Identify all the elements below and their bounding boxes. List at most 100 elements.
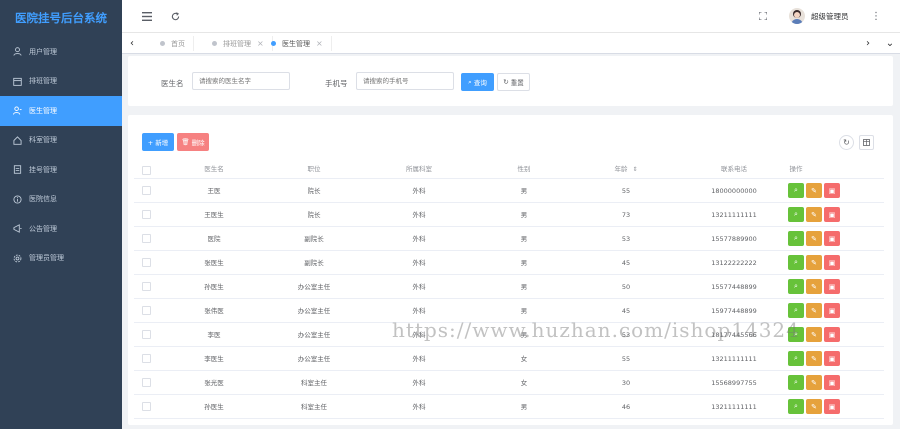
edit-button[interactable]: ✎ [806, 351, 822, 366]
delete-row-button[interactable]: ▣ [824, 351, 840, 366]
cell-title: 办公室主任 [297, 283, 331, 291]
cell-title: 副院长 [304, 259, 324, 267]
row-checkbox[interactable] [142, 402, 151, 411]
row-checkbox[interactable] [142, 234, 151, 243]
fullscreen-icon[interactable] [757, 10, 769, 22]
tab-dot [160, 41, 165, 46]
sidebar-item-6[interactable]: 公告管理 [0, 214, 122, 244]
select-all-checkbox[interactable] [142, 166, 151, 175]
cell-gender: 女 [520, 379, 528, 387]
chevron-right-icon[interactable]: › [862, 37, 874, 49]
cell-phone: 13211111111 [711, 355, 757, 363]
search-icon: ⌕ [794, 282, 798, 290]
delete-row-button[interactable]: ▣ [824, 207, 840, 222]
sidebar-item-4[interactable]: 挂号管理 [0, 155, 122, 185]
top-navbar: 超级管理员 ⋮ [122, 0, 900, 33]
row-checkbox[interactable] [142, 210, 151, 219]
sidebar-item-label: 医生管理 [29, 106, 57, 115]
view-button[interactable]: ⌕ [788, 207, 804, 222]
view-button[interactable]: ⌕ [788, 255, 804, 270]
register-icon [11, 164, 23, 176]
cell-dept: 外科 [412, 283, 426, 291]
edit-button[interactable]: ✎ [806, 231, 822, 246]
search-button[interactable]: ⌕ 查询 [461, 73, 494, 91]
delete-row-button[interactable]: ▣ [824, 279, 840, 294]
view-button[interactable]: ⌕ [788, 279, 804, 294]
pencil-icon: ✎ [811, 282, 817, 291]
delete-row-button[interactable]: ▣ [824, 375, 840, 390]
sort-icon[interactable]: ⇕ [633, 166, 638, 173]
delete-row-button[interactable]: ▣ [824, 303, 840, 318]
edit-button[interactable]: ✎ [806, 255, 822, 270]
pencil-icon: ✎ [811, 330, 817, 339]
cell-age: 30 [621, 379, 631, 387]
view-button[interactable]: ⌕ [788, 327, 804, 342]
edit-button[interactable]: ✎ [806, 399, 822, 414]
sidebar-item-2[interactable]: 医生管理 [0, 96, 122, 126]
edit-button[interactable]: ✎ [806, 183, 822, 198]
cell-gender: 男 [520, 331, 528, 339]
row-checkbox[interactable] [142, 330, 151, 339]
cell-age: 46 [621, 403, 631, 411]
cell-phone: 13211111111 [711, 403, 757, 411]
view-button[interactable]: ⌕ [788, 399, 804, 414]
reset-button[interactable]: ↻ 重置 [497, 73, 530, 91]
chevron-left-icon[interactable]: ‹ [126, 37, 138, 49]
phone-input[interactable] [356, 72, 454, 90]
more-vertical-icon[interactable]: ⋮ [870, 10, 882, 22]
edit-button[interactable]: ✎ [806, 279, 822, 294]
refresh-icon: ↻ [503, 78, 509, 86]
tab-2[interactable]: 医生管理 × [261, 36, 332, 51]
delete-row-button[interactable]: ▣ [824, 183, 840, 198]
delete-row-button[interactable]: ▣ [824, 231, 840, 246]
doctor-table-card: + 新增 🗑 删除 ↻ 医生名 职位 所属科室 性别 年龄 ⇕ 联系电话 操作 王… [128, 115, 893, 425]
cell-name: 李医 [207, 331, 221, 339]
delete-row-button[interactable]: ▣ [824, 255, 840, 270]
view-button[interactable]: ⌕ [788, 351, 804, 366]
cell-dept: 外科 [412, 307, 426, 315]
delete-row-button[interactable]: ▣ [824, 327, 840, 342]
chevron-down-icon[interactable]: ⌄ [884, 37, 896, 49]
pencil-icon: ✎ [811, 306, 817, 315]
sidebar-item-7[interactable]: 管理员管理 [0, 244, 122, 274]
edit-button[interactable]: ✎ [806, 303, 822, 318]
edit-button[interactable]: ✎ [806, 375, 822, 390]
add-button[interactable]: + 新增 [142, 133, 174, 151]
row-checkbox[interactable] [142, 306, 151, 315]
row-checkbox[interactable] [142, 186, 151, 195]
delete-button[interactable]: 🗑 删除 [177, 133, 209, 151]
username[interactable]: 超级管理员 [811, 11, 849, 22]
sidebar-item-5[interactable]: 医院信息 [0, 185, 122, 215]
edit-button[interactable]: ✎ [806, 327, 822, 342]
tab-0[interactable]: 首页 [150, 36, 194, 51]
trash-icon: ▣ [828, 186, 836, 195]
avatar[interactable] [789, 8, 805, 24]
view-button[interactable]: ⌕ [788, 303, 804, 318]
view-button[interactable]: ⌕ [788, 183, 804, 198]
table-refresh-icon[interactable]: ↻ [839, 135, 854, 150]
sidebar-item-3[interactable]: 科室管理 [0, 126, 122, 156]
col-header-age[interactable]: 年龄 ⇕ [586, 160, 666, 179]
row-checkbox[interactable] [142, 354, 151, 363]
home-icon [11, 134, 23, 146]
sidebar-item-1[interactable]: 排班管理 [0, 67, 122, 97]
close-icon[interactable]: × [316, 39, 323, 48]
delete-row-button[interactable]: ▣ [824, 399, 840, 414]
refresh-icon[interactable] [169, 10, 181, 22]
cell-gender: 男 [520, 235, 528, 243]
view-button[interactable]: ⌕ [788, 375, 804, 390]
row-checkbox[interactable] [142, 258, 151, 267]
sidebar-item-label: 挂号管理 [29, 165, 57, 174]
tab-label: 首页 [171, 39, 185, 48]
doctor-name-input[interactable] [192, 72, 290, 90]
cell-dept: 外科 [412, 331, 426, 339]
pencil-icon: ✎ [811, 234, 817, 243]
sidebar-menu: 用户管理 排班管理医生管理科室管理挂号管理医院信息 公告管理 管理员管理 [0, 37, 122, 273]
view-button[interactable]: ⌕ [788, 231, 804, 246]
row-checkbox[interactable] [142, 282, 151, 291]
edit-button[interactable]: ✎ [806, 207, 822, 222]
hamburger-icon[interactable] [141, 10, 153, 22]
sidebar-item-0[interactable]: 用户管理 [0, 37, 122, 67]
row-checkbox[interactable] [142, 378, 151, 387]
column-settings-icon[interactable] [859, 135, 874, 150]
